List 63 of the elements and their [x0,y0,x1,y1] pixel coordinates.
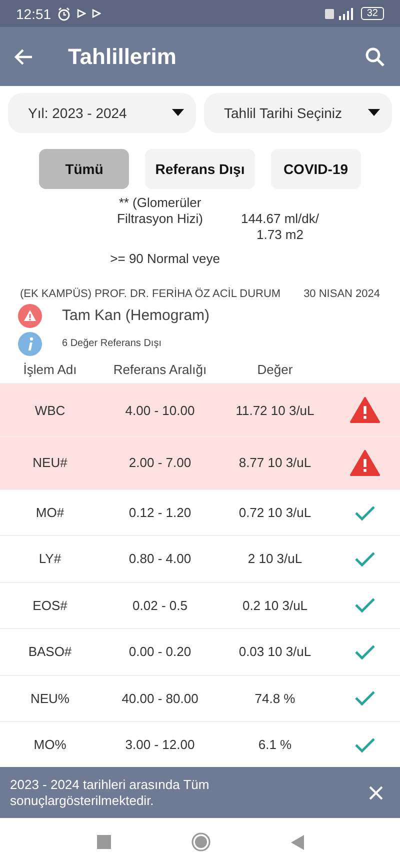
battery-level: 32 [360,7,384,20]
table-cell-text: 0.00 - 0.20 [128,644,192,660]
table-cell-text: 0.72 10 3/uL [238,505,312,520]
hospital-name: (EK KAMPÜS) PROF. DR. FERİHA ÖZ ACİL DURUM [20,288,281,300]
screen-title: Tahlillerim [68,44,178,70]
test-value: 144.67 ml/dk/ 1.73 m2 [240,210,320,243]
reference-range: >= 90 Normal veye [110,250,220,266]
dropdown[interactable]: Yıl: 2023 - 2024 [8,92,196,133]
caret-icon [172,109,184,116]
warning-icon [350,397,380,424]
table-cell-text: WBC [34,402,66,418]
back-arrow-icon [14,46,34,67]
check-icon [355,690,375,706]
table-cell-text: NEU% [29,690,70,706]
table-cell-text: 0.03 10 3/uL [238,644,312,660]
filter-chip[interactable]: Referans Dışı [145,148,255,189]
table-cell-text: NEU# [32,455,68,470]
test-group-title: Tam Kan (Hemogram) [62,307,210,324]
caret-icon [368,109,380,116]
report-date: 30 NISAN 2024 [304,288,380,300]
dropdown[interactable]: Tahlil Tarihi Seçiniz [204,92,392,133]
check-icon [355,597,375,614]
table-cell-text: 11.72 10 3/uL [234,402,316,418]
signal-icon [324,8,355,20]
column-header: İşlem Adı [22,362,78,378]
search-icon [364,46,386,68]
column-header: Değer [256,362,294,378]
filter-chip[interactable]: Tümü [39,148,130,189]
table-cell-text: 0.2 10 3/uL [241,598,309,613]
filter-chip[interactable]: COVID-19 [270,148,361,189]
table-cell-text: 74.8 % [254,690,296,706]
home-button[interactable] [190,832,210,852]
table-cell-text: 4.00 - 10.00 [124,402,196,418]
table-cell-text: LY# [38,551,62,566]
table-cell-text: EOS# [32,598,68,613]
table-cell-text: 2.00 - 7.00 [128,455,192,470]
out-of-range-count: 6 Değer Referans Dışı [62,338,162,350]
check-icon [355,504,375,521]
close-icon [368,784,384,801]
check-icon [355,736,375,753]
alarm-icon [57,6,72,21]
warning-icon [350,450,380,476]
table-cell-text: MO# [34,505,66,520]
check-icon [355,550,375,567]
table-cell-text: 40.00 - 80.00 [120,690,200,706]
snackbar-message: 2023 - 2024 tarihleri arasında Tüm sonuçlargösterilmektedir. [10,776,210,809]
table-cell-text: 0.02 - 0.5 [132,598,188,613]
status-time: 12:51 [16,6,52,22]
table-cell-text: 3.00 - 12.00 [124,737,196,752]
table-cell-text: MO% [32,737,68,752]
table-cell-text: 0.12 - 1.20 [128,505,192,520]
recents-button[interactable] [96,835,110,850]
info-icon [18,332,42,356]
column-header: Referans Aralığı [112,362,208,378]
back-nav-button[interactable] [290,834,304,850]
table-cell-text: 0.80 - 4.00 [128,551,192,566]
check-icon [355,644,375,660]
table-cell-text: 8.77 10 3/uL [238,455,312,470]
warning-icon [18,304,42,328]
table-cell-text: 6.1 % [257,737,293,752]
table-cell-text: BASO# [27,644,73,660]
table-cell-text: 2 10 3/uL [246,551,304,566]
test-name: ** (Glomerüler Filtrasyon Hizi) [116,194,204,228]
